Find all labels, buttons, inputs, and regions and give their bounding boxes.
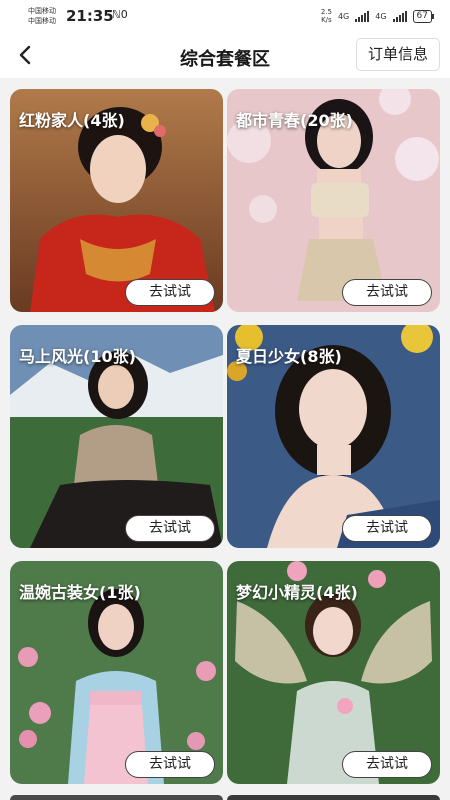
- package-title: 都市青春(20张): [236, 111, 353, 130]
- order-info-button[interactable]: 订单信息: [355, 38, 440, 71]
- try-button[interactable]: 去试试: [342, 279, 432, 306]
- try-button[interactable]: 去试试: [125, 751, 215, 778]
- package-title: 马上风光(10张): [19, 347, 136, 366]
- network-speed: 2.5 K/s: [321, 8, 332, 24]
- try-button[interactable]: 去试试: [342, 515, 432, 542]
- network-type-1: 4G: [337, 11, 350, 21]
- battery-icon: 67: [412, 9, 435, 23]
- package-title: 温婉古装女(1张): [19, 583, 141, 602]
- package-card[interactable]: 梦幻小精灵(4张) 去试试: [227, 561, 440, 784]
- package-card[interactable]: 红粉家人(4张) 去试试: [10, 89, 223, 312]
- signal-icon: [355, 10, 370, 22]
- package-title: 夏日少女(8张): [236, 347, 342, 366]
- carrier-1: 中国移动: [28, 7, 56, 15]
- carrier-2: 中国移动: [28, 17, 56, 25]
- network-type-2: 4G: [375, 11, 387, 21]
- header-bar: 综合套餐区 订单信息: [0, 34, 450, 78]
- status-indicators: 2.5 K/s 4G 4G 67: [321, 8, 435, 24]
- speed-value: 2.5: [320, 8, 332, 16]
- carrier-labels: 中国移动 中国移动: [28, 6, 56, 26]
- package-card[interactable]: 都市青春(20张) 去试试: [227, 89, 440, 312]
- next-row-peek: [10, 795, 440, 800]
- next-card-edge: [10, 795, 223, 800]
- try-button[interactable]: 去试试: [342, 751, 432, 778]
- package-title: 红粉家人(4张): [19, 111, 125, 130]
- package-card[interactable]: 夏日少女(8张) 去试试: [227, 325, 440, 548]
- status-time: 21:35: [66, 7, 114, 25]
- package-card[interactable]: 马上风光(10张) 去试试: [10, 325, 223, 548]
- try-button[interactable]: 去试试: [125, 515, 215, 542]
- try-button[interactable]: 去试试: [125, 279, 215, 306]
- next-card-edge: [227, 795, 440, 800]
- package-card[interactable]: 温婉古装女(1张) 去试试: [10, 561, 223, 784]
- speed-unit: K/s: [321, 16, 332, 24]
- nfc-icon: ℕ0: [112, 8, 128, 21]
- package-title: 梦幻小精灵(4张): [236, 583, 358, 602]
- signal-icon: [392, 10, 407, 22]
- status-bar: 中国移动 中国移动 21:35 ℕ0 2.5 K/s 4G 4G 67: [0, 0, 450, 34]
